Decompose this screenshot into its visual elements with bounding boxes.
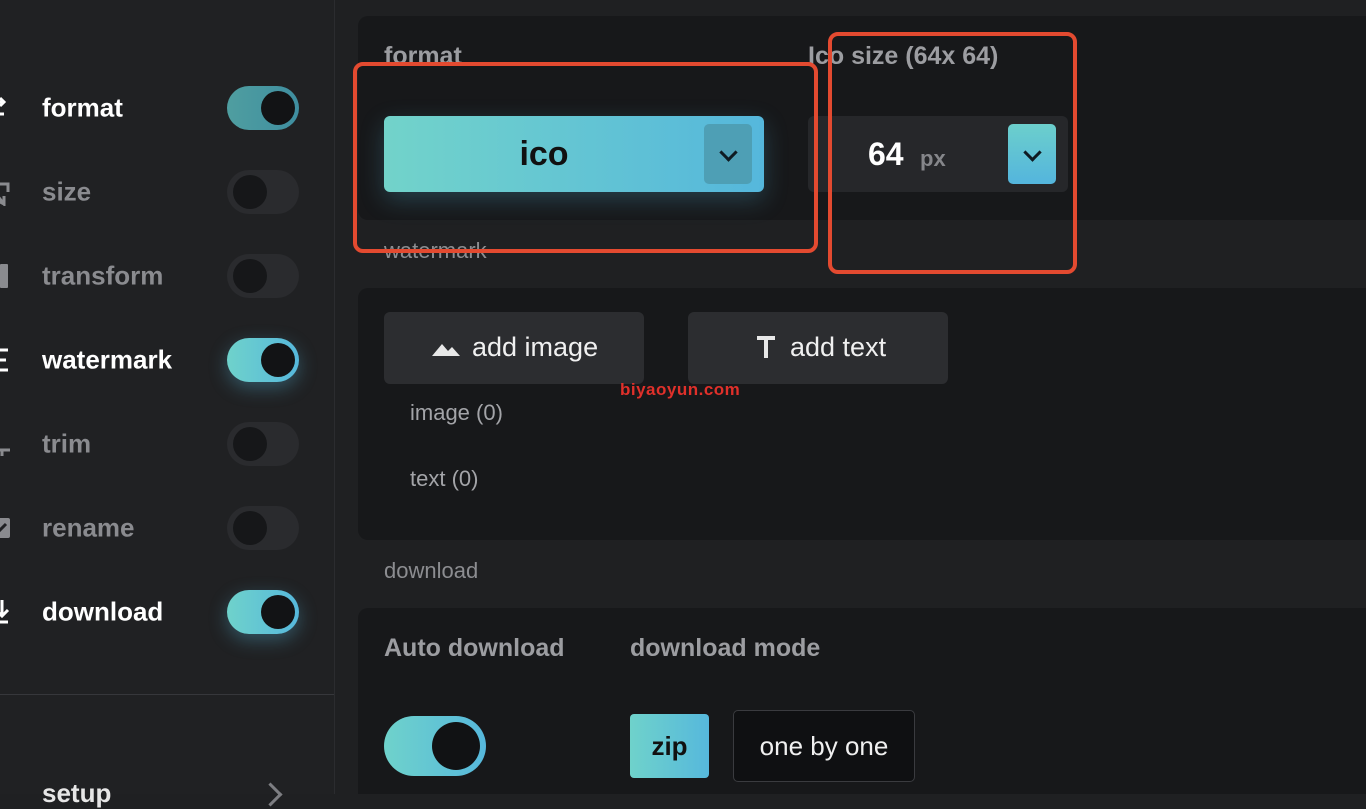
sidebar-item-label: size bbox=[42, 176, 92, 207]
sidebar-item-download[interactable]: download bbox=[0, 582, 334, 642]
download-section-title: download bbox=[384, 558, 479, 583]
size-toggle[interactable] bbox=[227, 170, 299, 214]
download-toggle[interactable] bbox=[227, 590, 299, 634]
one-by-one-mode-button[interactable]: one by one bbox=[733, 710, 915, 782]
image-count[interactable]: image (0) bbox=[410, 400, 503, 426]
format-toggle[interactable] bbox=[227, 86, 299, 130]
rename-icon bbox=[0, 518, 10, 538]
sidebar-item-rename[interactable]: rename bbox=[0, 498, 334, 558]
list-icon bbox=[0, 348, 8, 372]
toggle-knob bbox=[261, 343, 295, 377]
toggle-knob bbox=[233, 427, 267, 461]
resize-icon bbox=[0, 182, 10, 206]
add-text-button[interactable]: add text bbox=[688, 312, 948, 384]
add-text-label: add text bbox=[790, 332, 887, 362]
toggle-knob bbox=[233, 175, 267, 209]
toggle-knob bbox=[261, 595, 295, 629]
sidebar: format size transform watermark trim ren… bbox=[0, 0, 335, 808]
sidebar-item-label: rename bbox=[42, 512, 135, 543]
toggle-knob bbox=[261, 91, 295, 125]
download-icon bbox=[0, 600, 10, 624]
text-icon bbox=[757, 336, 775, 358]
download-mode-title: download mode bbox=[630, 634, 821, 662]
sidebar-item-label: format bbox=[42, 92, 123, 123]
watermark-toggle[interactable] bbox=[227, 338, 299, 382]
sidebar-item-watermark[interactable]: watermark bbox=[0, 330, 334, 390]
sidebar-item-label: trim bbox=[42, 428, 92, 459]
sidebar-item-trim[interactable]: trim bbox=[0, 414, 334, 474]
toggle-knob bbox=[233, 511, 267, 545]
sidebar-item-label: transform bbox=[42, 260, 164, 291]
sidebar-item-label: watermark bbox=[42, 344, 173, 375]
toggle-knob bbox=[233, 259, 267, 293]
highlight-box-format bbox=[353, 62, 818, 253]
sidebar-item-format[interactable]: format bbox=[0, 78, 334, 138]
auto-download-title: Auto download bbox=[384, 634, 565, 662]
chevron-right-icon bbox=[258, 782, 283, 807]
sidebar-divider bbox=[0, 694, 334, 695]
toggle-knob bbox=[432, 722, 480, 770]
one-by-one-mode-label: one by one bbox=[759, 731, 889, 761]
sidebar-item-transform[interactable]: transform bbox=[0, 246, 334, 306]
mountain-icon bbox=[432, 344, 460, 356]
sidebar-item-label: download bbox=[42, 596, 164, 627]
crop-icon bbox=[0, 448, 10, 456]
sidebar-item-size[interactable]: size bbox=[0, 162, 334, 222]
transform-toggle[interactable] bbox=[227, 254, 299, 298]
add-image-button[interactable]: add image bbox=[384, 312, 644, 384]
highlight-box-size bbox=[828, 32, 1077, 274]
zip-mode-button[interactable]: zip bbox=[630, 714, 709, 778]
auto-download-toggle[interactable] bbox=[384, 716, 486, 776]
text-count[interactable]: text (0) bbox=[410, 466, 478, 492]
trim-toggle[interactable] bbox=[227, 422, 299, 466]
overlay-watermark: biyaoyun.com bbox=[620, 380, 741, 399]
rename-toggle[interactable] bbox=[227, 506, 299, 550]
add-image-label: add image bbox=[472, 332, 599, 362]
transform-icon bbox=[0, 264, 8, 288]
repeat-icon bbox=[0, 96, 7, 116]
zip-mode-label: zip bbox=[651, 731, 688, 761]
